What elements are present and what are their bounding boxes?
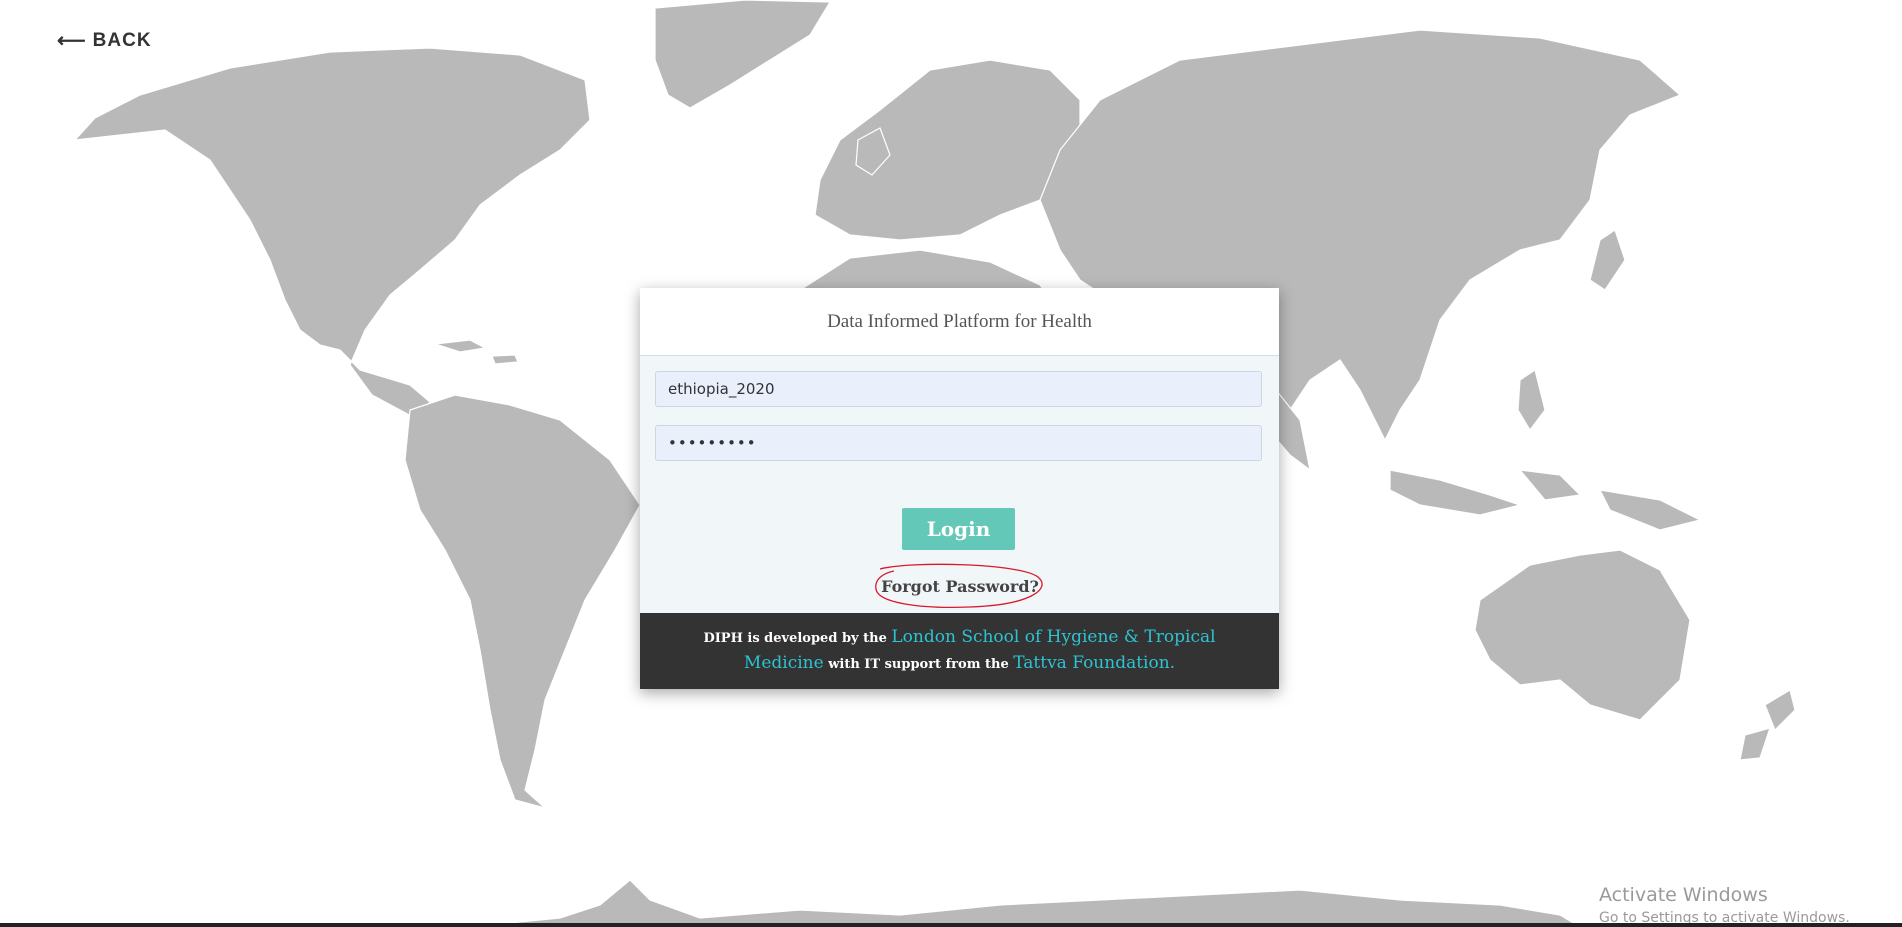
map-philippines: [1517, 369, 1546, 432]
map-south-america: [404, 394, 641, 809]
activate-windows-watermark: Activate Windows Go to Settings to activ…: [1599, 884, 1850, 926]
username-input[interactable]: [655, 371, 1262, 407]
forgot-password-area: Forgot Password?: [870, 563, 1050, 609]
map-greenland: [654, 0, 832, 109]
login-card-footer: DIPH is developed by the London School o…: [640, 613, 1279, 689]
credits-text-1: DIPH is developed by the: [703, 631, 892, 646]
login-card-header: Data Informed Platform for Health: [640, 288, 1279, 356]
forgot-password-link[interactable]: Forgot Password?: [870, 563, 1050, 609]
back-arrow-icon: ⟵: [57, 30, 87, 52]
map-caribbean: [434, 339, 519, 365]
password-input[interactable]: [655, 425, 1262, 461]
login-button[interactable]: Login: [902, 508, 1015, 550]
map-europe: [814, 59, 1081, 241]
map-australia: [1474, 549, 1691, 721]
map-new-zealand: [1739, 689, 1796, 761]
activate-windows-title: Activate Windows: [1599, 884, 1768, 906]
back-label: BACK: [92, 29, 152, 51]
login-page: ⟵ BACK Data Informed Platform for Health…: [0, 0, 1902, 927]
back-button[interactable]: ⟵ BACK: [57, 28, 152, 53]
credits-text: DIPH is developed by the London School o…: [668, 625, 1251, 677]
map-indonesia: [1389, 469, 1702, 531]
login-card-body: Login Forgot Password?: [640, 356, 1279, 613]
bottom-edge-bar: [0, 923, 1902, 927]
map-antarctica: [469, 879, 1582, 927]
credits-text-2: with IT support from the: [823, 657, 1014, 672]
tattva-link[interactable]: Tattva Foundation.: [1013, 653, 1175, 673]
platform-title: Data Informed Platform for Health: [827, 310, 1092, 332]
login-card: Data Informed Platform for Health Login …: [640, 288, 1279, 689]
map-japan: [1589, 229, 1626, 291]
